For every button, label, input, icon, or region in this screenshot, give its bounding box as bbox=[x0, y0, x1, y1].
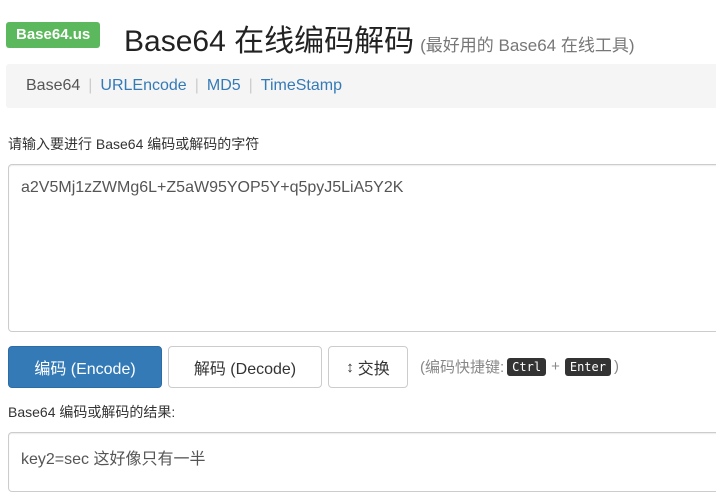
result-label: Base64 编码或解码的结果: bbox=[8, 404, 176, 420]
swap-button[interactable]: ↕ 交换 bbox=[328, 346, 408, 388]
tool-nav: Base64 | URLEncode | MD5 | TimeStamp bbox=[6, 64, 716, 108]
nav-link-base64[interactable]: Base64 bbox=[26, 77, 80, 95]
shortcut-prefix: (编码快捷键: bbox=[420, 359, 505, 376]
input-label: 请输入要进行 Base64 编码或解码的字符 bbox=[8, 136, 260, 152]
shortcut-plus: + bbox=[551, 358, 560, 375]
brand-logo[interactable]: Base64.us bbox=[6, 22, 101, 48]
nav-item-timestamp[interactable]: TimeStamp bbox=[261, 77, 342, 95]
encode-button[interactable]: 编码 (Encode) bbox=[8, 346, 162, 388]
title-text: Base64 在线编码解码 bbox=[124, 25, 415, 58]
nav-separator: | bbox=[88, 77, 93, 94]
nav-item-md5[interactable]: MD5 bbox=[207, 77, 241, 95]
nav-separator: | bbox=[194, 77, 199, 94]
shortcut-suffix: ) bbox=[613, 358, 619, 375]
nav-link-urlencode[interactable]: URLEncode bbox=[100, 77, 186, 95]
header: Base64.us Base64 在线编码解码 (最好用的 Base64 在线工具… bbox=[6, 14, 716, 58]
result-output[interactable]: key2=sec 这好像只有一半 bbox=[8, 432, 716, 492]
page-subtitle: (最好用的 Base64 在线工具) bbox=[420, 36, 635, 55]
swap-arrows-icon: ↕ bbox=[346, 358, 354, 376]
nav-separator: | bbox=[248, 77, 253, 94]
nav-link-timestamp[interactable]: TimeStamp bbox=[261, 77, 342, 95]
nav-item-base64[interactable]: Base64 bbox=[26, 77, 80, 95]
shortcut-hint: (编码快捷键: Ctrl + Enter ) bbox=[420, 356, 619, 377]
swap-label: 交换 bbox=[357, 361, 390, 378]
decode-button[interactable]: 解码 (Decode) bbox=[168, 346, 322, 388]
nav-link-md5[interactable]: MD5 bbox=[207, 77, 241, 95]
nav-item-urlencode[interactable]: URLEncode bbox=[100, 77, 186, 95]
input-textarea[interactable]: a2V5Mj1zZWMg6L+Z5aW95YOP5Y+q5pyJ5LiA5Y2K bbox=[8, 164, 716, 332]
enter-key: Enter bbox=[564, 357, 611, 376]
page-title: Base64 在线编码解码 (最好用的 Base64 在线工具) bbox=[124, 16, 635, 60]
ctrl-key: Ctrl bbox=[507, 357, 547, 376]
